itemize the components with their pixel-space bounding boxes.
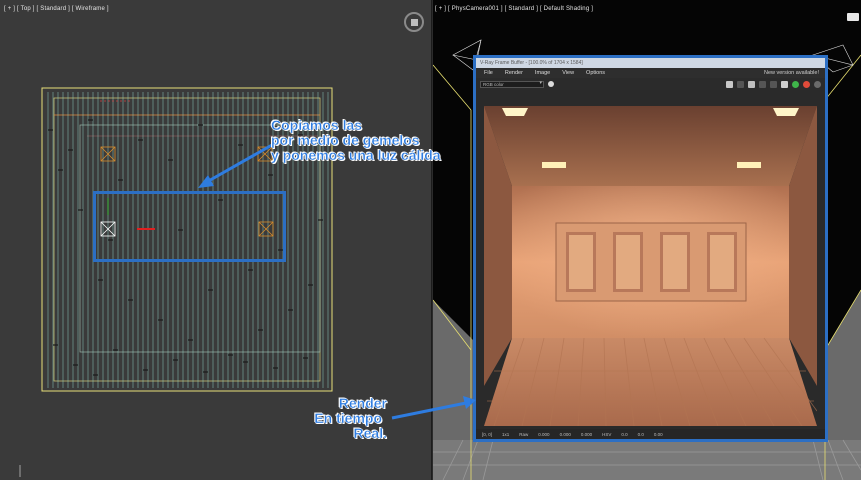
rendered-image — [484, 106, 817, 426]
value-r: 0.000 — [538, 431, 550, 437]
annotation-copy-lights: Copiamos las por medio de gemelos y pone… — [271, 117, 441, 163]
annotation-realtime-render: Render En tiempo Real. — [270, 395, 388, 441]
pixel-coords: [0, 0] — [482, 431, 493, 437]
refresh-icon[interactable] — [792, 80, 799, 88]
compare-icon[interactable] — [759, 80, 766, 88]
track-mouse-icon[interactable] — [781, 80, 788, 88]
value-b: 0.000 — [580, 431, 593, 437]
channel-toggle-icon[interactable] — [548, 81, 554, 87]
vray-frame-buffer-window[interactable]: V-Ray Frame Buffer - [100.0% of 1704 x 1… — [473, 55, 828, 442]
annotation-line: Render — [338, 395, 388, 411]
menu-options[interactable]: Options — [586, 70, 605, 76]
vfb-status-bar: [0, 0] 1x1 Raw 0.000 0.000 0.000 HSV 0.0… — [476, 429, 825, 439]
menu-file[interactable]: File — [484, 70, 493, 76]
channel-select[interactable]: RGB color — [480, 80, 544, 88]
vfb-menu-bar: File Render Image View Options New versi… — [476, 68, 825, 78]
save-icon[interactable] — [726, 80, 733, 88]
value-h: 0.0 — [621, 431, 628, 437]
render-teapot-icon[interactable] — [814, 80, 821, 88]
sample-size[interactable]: 1x1 — [502, 432, 509, 437]
raw-toggle[interactable]: Raw — [519, 432, 528, 437]
color-mode[interactable]: HSV — [602, 432, 611, 437]
annotation-line: por medio de gemelos — [271, 132, 420, 148]
selection-highlight — [93, 191, 286, 262]
new-version-notice[interactable]: New version available! — [764, 70, 819, 76]
menu-render[interactable]: Render — [505, 70, 523, 76]
annotation-line: Real. — [353, 425, 387, 441]
value-g: 0.000 — [559, 431, 571, 437]
value-s: 0.0 — [637, 431, 644, 437]
annotation-line: Copiamos las — [271, 117, 363, 133]
desktop: [ + ] [ Top ] [ Standard ] [ Wireframe ] — [0, 0, 861, 480]
vfb-toolbar: RGB color — [476, 78, 825, 90]
history-icon[interactable] — [770, 80, 777, 88]
annotation-line: En tiempo — [314, 410, 382, 426]
annotation-line: y ponemos una luz cálida — [271, 147, 441, 163]
vfb-title: V-Ray Frame Buffer - [100.0% of 1704 x 1… — [480, 60, 583, 66]
region-icon[interactable] — [748, 80, 755, 88]
clear-icon[interactable] — [737, 80, 744, 88]
menu-image[interactable]: Image — [535, 70, 550, 76]
value-v: 0.00 — [653, 431, 663, 437]
menu-view[interactable]: View — [562, 70, 574, 76]
stop-render-icon[interactable] — [803, 80, 810, 88]
vfb-title-bar[interactable]: V-Ray Frame Buffer - [100.0% of 1704 x 1… — [476, 58, 825, 68]
